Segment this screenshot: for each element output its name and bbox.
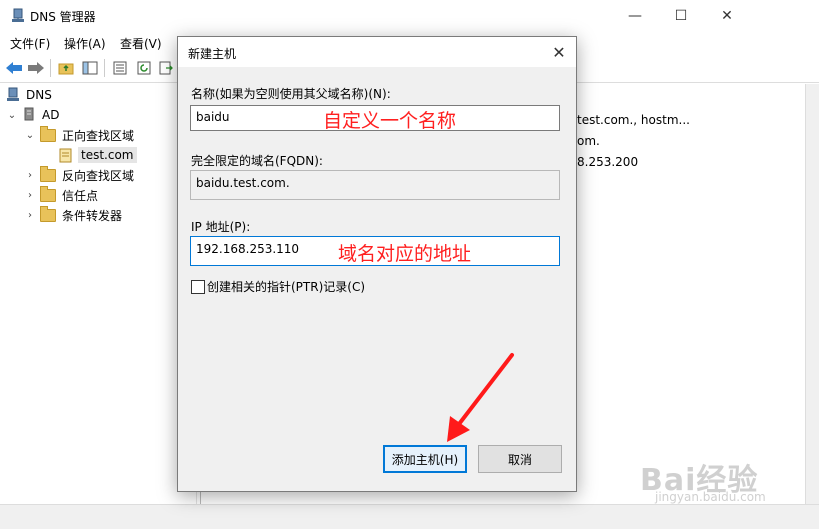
chevron-right-icon[interactable]: ›	[24, 210, 36, 221]
minimize-icon[interactable]: —	[612, 0, 658, 31]
tree-label: 正向查找区域	[62, 128, 135, 143]
record-data[interactable]: 8.253.200	[577, 155, 638, 169]
fqdn-value: baidu.test.com.	[196, 176, 290, 190]
tree-label: 反向查找区域	[62, 168, 135, 183]
window-title: DNS 管理器	[30, 10, 96, 24]
tree-label: 信任点	[62, 188, 99, 203]
forward-arrow-icon[interactable]	[26, 58, 46, 78]
menu-action[interactable]: 操作(A)	[64, 35, 106, 52]
tree-label: AD	[42, 108, 60, 122]
up-folder-icon[interactable]	[56, 58, 76, 78]
name-annotation: 自定义一个名称	[323, 110, 457, 132]
tree-label: test.com	[78, 147, 137, 163]
close-icon[interactable]: ✕	[704, 0, 750, 31]
name-label: 名称(如果为空则使用其父域名称)(N):	[191, 87, 391, 101]
add-host-button[interactable]: 添加主机(H)	[383, 445, 467, 473]
close-icon[interactable]: ✕	[548, 41, 570, 63]
tree-item-trust-points[interactable]: › 信任点	[24, 185, 98, 205]
menu-view[interactable]: 查看(V)	[120, 35, 162, 52]
properties-icon[interactable]	[110, 58, 130, 78]
tree-item-server[interactable]: ⌄ AD	[6, 105, 59, 125]
folder-icon	[40, 125, 56, 142]
record-data[interactable]: om.	[577, 134, 600, 148]
maximize-icon[interactable]: ☐	[658, 0, 704, 31]
zone-file-icon	[59, 148, 72, 163]
menu-file[interactable]: 文件(F)	[10, 35, 50, 52]
fqdn-label: 完全限定的域名(FQDN):	[191, 154, 323, 168]
tree-label: 条件转发器	[62, 208, 123, 223]
folder-icon	[40, 205, 56, 222]
folder-icon	[40, 185, 56, 202]
tree-item-dns[interactable]: DNS	[6, 85, 52, 105]
tree-item-conditional-forwarders[interactable]: › 条件转发器	[24, 205, 122, 225]
folder-icon	[40, 165, 56, 182]
dialog-title: 新建主机	[188, 47, 237, 61]
ip-label: IP 地址(P):	[191, 220, 251, 234]
server-icon	[24, 107, 34, 121]
show-tree-icon[interactable]	[80, 58, 100, 78]
status-bar	[0, 504, 819, 529]
record-data[interactable]: test.com., hostm...	[577, 113, 690, 127]
name-input-value: baidu	[196, 110, 230, 124]
ptr-checkbox[interactable]	[191, 280, 205, 294]
chevron-down-icon[interactable]: ⌄	[24, 130, 36, 141]
dns-server-icon	[7, 87, 19, 101]
ip-annotation: 域名对应的地址	[338, 243, 472, 265]
chevron-right-icon[interactable]: ›	[24, 170, 36, 181]
tree-label: DNS	[26, 88, 52, 102]
export-list-icon[interactable]	[156, 58, 176, 78]
dns-app-icon	[12, 8, 24, 22]
chevron-right-icon[interactable]: ›	[24, 190, 36, 201]
back-arrow-icon[interactable]	[4, 58, 24, 78]
toolbar-separator	[104, 59, 105, 77]
dialog-title-bar: 新建主机 ✕	[178, 37, 576, 67]
tree-item-forward-zones[interactable]: ⌄ 正向查找区域	[24, 125, 134, 145]
console-tree: DNS ⌄ AD ⌄ 正向查找区域 test.com › 反向查找区域 › 信任…	[0, 84, 197, 504]
red-arrow-annotation	[447, 353, 514, 442]
baidu-watermark-url: jingyan.baidu.com	[655, 490, 766, 504]
refresh-icon[interactable]	[134, 58, 154, 78]
ptr-checkbox-label[interactable]: 创建相关的指针(PTR)记录(C)	[207, 278, 365, 295]
cancel-button[interactable]: 取消	[478, 445, 562, 473]
fqdn-field: baidu.test.com.	[190, 170, 560, 200]
toolbar-separator	[50, 59, 51, 77]
cancel-button-label: 取消	[507, 452, 532, 467]
ip-input-value: 192.168.253.110	[196, 242, 300, 256]
add-host-button-label: 添加主机(H)	[391, 452, 459, 467]
title-bar: DNS 管理器 — ☐ ✕	[0, 0, 819, 31]
tree-item-zone-test-com[interactable]: test.com	[58, 145, 137, 165]
tree-item-reverse-zones[interactable]: › 反向查找区域	[24, 165, 134, 185]
chevron-down-icon[interactable]: ⌄	[6, 110, 18, 121]
vertical-scrollbar[interactable]	[805, 84, 819, 504]
